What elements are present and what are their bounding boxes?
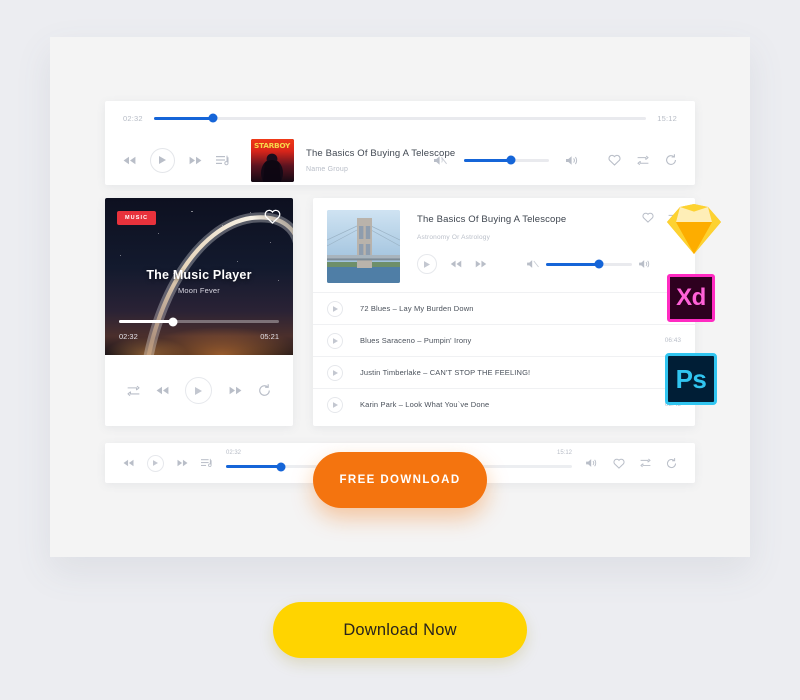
shuffle-icon[interactable] bbox=[127, 385, 140, 397]
playlist-volume-handle[interactable] bbox=[594, 259, 604, 269]
album-title: The Music Player bbox=[146, 268, 252, 282]
playlist-header: The Basics Of Buying A Telescope Astrono… bbox=[313, 198, 695, 283]
album-progress-fill bbox=[119, 320, 174, 323]
top-volume-fill bbox=[464, 158, 511, 162]
play-icon[interactable] bbox=[147, 454, 164, 472]
top-progress-handle[interactable] bbox=[208, 113, 218, 123]
svg-text:STARBOY: STARBOY bbox=[254, 141, 291, 150]
album-hero-image: MUSIC The Music Player Moon Fever 02:32 … bbox=[105, 198, 293, 355]
fast-forward-icon[interactable] bbox=[475, 260, 487, 268]
playlist-volume-slider[interactable] bbox=[546, 259, 632, 269]
playlist-track-list: 72 Blues – Lay My Burden Down Blues Sara… bbox=[313, 292, 695, 420]
screenshot-root: 02:32 15:12 STARBOY The Basics Of Buying… bbox=[0, 0, 800, 700]
track-title: Justin Timberlake – CAN'T STOP THE FEELI… bbox=[360, 368, 531, 377]
fast-forward-icon[interactable] bbox=[177, 459, 188, 467]
track-duration: 06:43 bbox=[664, 337, 681, 344]
table-row[interactable]: Karin Park – Look What You`ve Done 03:45 bbox=[313, 388, 695, 420]
repeat-icon[interactable] bbox=[666, 457, 677, 469]
top-volume-handle[interactable] bbox=[506, 155, 516, 165]
playlist-controls bbox=[417, 254, 681, 274]
top-volume-slider[interactable] bbox=[464, 155, 549, 165]
top-track-title: The Basics Of Buying A Telescope bbox=[306, 147, 456, 159]
album-total-time: 05:21 bbox=[260, 332, 279, 341]
top-volume-group bbox=[434, 154, 677, 166]
play-icon[interactable] bbox=[327, 300, 343, 317]
play-icon[interactable] bbox=[327, 396, 343, 413]
photoshop-icon: Ps bbox=[665, 353, 717, 405]
heart-icon[interactable] bbox=[264, 209, 281, 229]
bottom-progress-handle[interactable] bbox=[276, 462, 286, 471]
rewind-icon[interactable] bbox=[450, 260, 462, 268]
play-icon[interactable] bbox=[327, 364, 343, 381]
playlist-thumbnail bbox=[327, 210, 400, 283]
adobe-xd-label: Xd bbox=[667, 274, 715, 322]
repeat-icon[interactable] bbox=[258, 384, 271, 397]
download-now-button[interactable]: Download Now bbox=[273, 602, 527, 658]
fast-forward-icon[interactable] bbox=[229, 386, 242, 395]
rewind-icon[interactable] bbox=[123, 156, 136, 165]
heart-icon[interactable] bbox=[608, 154, 621, 166]
album-art-thumbnail: STARBOY bbox=[251, 138, 294, 182]
repeat-icon[interactable] bbox=[665, 154, 677, 166]
play-icon[interactable] bbox=[185, 377, 213, 404]
top-progress-row: 02:32 15:12 bbox=[105, 101, 695, 135]
volume-up-icon[interactable] bbox=[639, 259, 651, 269]
top-current-time: 02:32 bbox=[123, 113, 143, 123]
table-row[interactable]: 72 Blues – Lay My Burden Down bbox=[313, 292, 695, 324]
music-badge: MUSIC bbox=[117, 211, 157, 225]
track-title: 72 Blues – Lay My Burden Down bbox=[360, 304, 474, 313]
album-times: 02:32 05:21 bbox=[119, 332, 279, 341]
top-progress-slider[interactable] bbox=[153, 113, 647, 123]
track-title: Blues Saraceno – Pumpin' Irony bbox=[360, 336, 472, 345]
heart-icon[interactable] bbox=[613, 458, 625, 469]
mute-icon[interactable] bbox=[527, 259, 539, 269]
top-track-meta: The Basics Of Buying A Telescope Name Gr… bbox=[306, 147, 456, 173]
bottom-action-icons bbox=[586, 457, 677, 469]
volume-up-icon[interactable] bbox=[566, 155, 579, 166]
shuffle-icon[interactable] bbox=[637, 155, 649, 166]
bottom-current-time: 02:32 bbox=[226, 450, 242, 456]
play-icon[interactable] bbox=[327, 332, 343, 349]
free-download-button[interactable]: FREE DOWNLOAD bbox=[313, 452, 487, 508]
playlist-volume-fill bbox=[546, 262, 600, 266]
top-action-icons bbox=[608, 154, 677, 166]
top-transport-controls bbox=[123, 147, 229, 173]
top-player-bar: 02:32 15:12 STARBOY The Basics Of Buying… bbox=[105, 101, 695, 185]
table-row[interactable]: Justin Timberlake – CAN'T STOP THE FEELI… bbox=[313, 356, 695, 388]
adobe-xd-icon: Xd bbox=[667, 274, 715, 322]
shuffle-icon[interactable] bbox=[640, 458, 651, 468]
album-current-time: 02:32 bbox=[119, 332, 138, 341]
play-icon[interactable] bbox=[417, 254, 437, 274]
album-subtitle: Moon Fever bbox=[177, 286, 221, 295]
bottom-total-time: 15:12 bbox=[556, 450, 572, 456]
table-row[interactable]: Blues Saraceno – Pumpin' Irony 06:43 bbox=[313, 324, 695, 356]
track-title: Karin Park – Look What You`ve Done bbox=[360, 400, 490, 409]
mute-icon[interactable] bbox=[434, 155, 447, 166]
album-progress-slider[interactable] bbox=[119, 317, 279, 326]
play-icon[interactable] bbox=[150, 147, 175, 173]
playlist-icon[interactable] bbox=[216, 155, 229, 166]
fast-forward-icon[interactable] bbox=[189, 156, 202, 165]
album-progress-handle[interactable] bbox=[168, 317, 178, 326]
volume-up-icon[interactable] bbox=[586, 458, 598, 468]
top-main-row: STARBOY The Basics Of Buying A Telescope… bbox=[105, 135, 695, 185]
playlist-card: The Basics Of Buying A Telescope Astrono… bbox=[313, 198, 695, 426]
sketch-icon bbox=[666, 203, 722, 260]
album-player-card: MUSIC The Music Player Moon Fever 02:32 … bbox=[105, 198, 293, 426]
top-total-time: 15:12 bbox=[657, 113, 677, 123]
playlist-volume-group bbox=[527, 259, 651, 269]
photoshop-label: Ps bbox=[665, 353, 717, 405]
album-transport-controls bbox=[105, 355, 293, 426]
top-track-artist: Name Group bbox=[306, 165, 349, 173]
bottom-transport-controls bbox=[123, 454, 212, 472]
rewind-icon[interactable] bbox=[123, 459, 134, 467]
heart-icon[interactable] bbox=[642, 212, 654, 223]
playlist-skip-group bbox=[450, 260, 487, 268]
bottom-progress-fill bbox=[226, 465, 282, 468]
top-progress-fill bbox=[153, 116, 213, 120]
playlist-info: The Basics Of Buying A Telescope Astrono… bbox=[417, 210, 681, 283]
playlist-subtitle: Astronomy Or Astrology bbox=[417, 234, 491, 241]
rewind-icon[interactable] bbox=[156, 386, 169, 395]
playlist-icon[interactable] bbox=[201, 458, 212, 468]
